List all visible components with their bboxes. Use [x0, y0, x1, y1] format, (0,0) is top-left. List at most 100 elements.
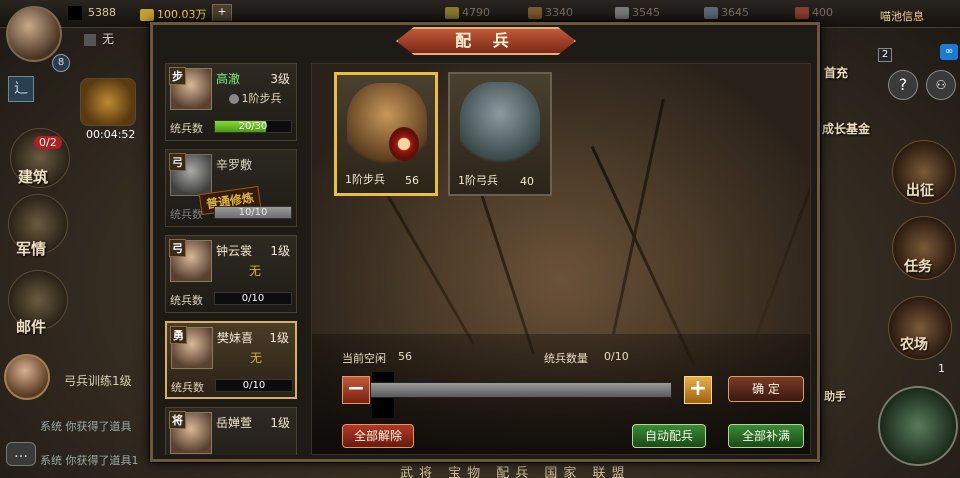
bg-spear: [590, 145, 695, 365]
chest-timer: 00:04:52: [86, 128, 136, 141]
increase-button[interactable]: +: [684, 376, 712, 404]
chat-message-1: 系统 你获得了道具: [40, 420, 132, 433]
resource-troops: 400: [795, 6, 833, 19]
chat-avatar[interactable]: [4, 354, 50, 400]
general-card[interactable]: 步 高澈 3级 1阶步兵 统兵数 20/30: [165, 63, 297, 141]
troop-assignment-dialog: 配 兵 步 高澈 3级 1阶步兵 统兵数 20/30 弓 辛罗敷 普通修炼 统兵…: [150, 22, 820, 462]
troop-bar: 0/10: [215, 379, 293, 392]
assignment-controls: 当前空闲 56 统兵数量 0/10 − + 确 定 全部解除 自动配兵 全部补满: [312, 334, 810, 454]
troop-config-area: 1阶步兵 56 1阶弓兵 40 当前空闲 56 统兵数量 0/10 − + 确 …: [311, 63, 811, 455]
auto-assign-button[interactable]: 自动配兵: [632, 424, 706, 448]
player-avatar[interactable]: [6, 6, 62, 62]
troop-type-name: 1阶步兵: [345, 173, 385, 186]
infantry-figure: [347, 83, 427, 173]
general-tag: 将: [169, 411, 186, 429]
troop-bar: 0/10: [214, 292, 292, 305]
release-all-button[interactable]: 全部解除: [342, 424, 414, 448]
general-name: 樊妹喜: [217, 331, 254, 345]
friends-icon[interactable]: ⚇: [926, 70, 956, 100]
idle-label: 当前空闲: [342, 352, 386, 365]
troop-label: 统兵数: [171, 381, 204, 394]
build-label: 建筑: [18, 168, 49, 186]
dialog-title: 配 兵: [396, 27, 576, 55]
chat-title: 弓兵训练1级: [64, 374, 132, 388]
general-card[interactable]: 弓 辛罗敷 普通修炼 统兵数 10/10: [165, 149, 297, 227]
troop-label: 统兵数: [170, 294, 203, 307]
general-level: 1级: [269, 331, 289, 345]
food-icon: [445, 7, 459, 19]
alliance-icon: [84, 33, 96, 46]
bg-spear: [612, 98, 665, 335]
general-level: 3级: [270, 72, 290, 86]
task-label: 任务: [904, 259, 932, 275]
general-level: 1级: [270, 244, 290, 258]
general-tag: 弓: [169, 153, 186, 171]
resource-coins: 5388: [88, 6, 116, 19]
troop-type-card[interactable]: 1阶弓兵 40: [448, 72, 552, 196]
first-charge-label[interactable]: 首充: [824, 64, 848, 81]
troop-label: 统兵数: [170, 208, 203, 221]
build-badge: 0/2: [34, 136, 62, 149]
chat-icon[interactable]: …: [6, 442, 36, 466]
military-label: 军情: [16, 240, 47, 258]
general-tag: 步: [169, 67, 186, 85]
general-name: 辛罗敷: [216, 158, 253, 172]
redacted-box: [68, 6, 82, 20]
rank-badge: 2: [878, 48, 892, 62]
player-level-badge: 8: [52, 54, 70, 72]
player-alliance: 无: [84, 30, 114, 47]
bg-spear: [752, 117, 810, 345]
general-card[interactable]: 弓 钟云裳 1级 无 统兵数 0/10: [165, 235, 297, 313]
resource-gold[interactable]: 100.03万: [140, 6, 207, 22]
resource-food: 4790: [445, 6, 490, 19]
add-gold-button[interactable]: +: [212, 4, 232, 22]
archer-figure: [460, 82, 540, 172]
troop-bar: 20/30: [214, 120, 292, 133]
general-list[interactable]: 步 高澈 3级 1阶步兵 统兵数 20/30 弓 辛罗敷 普通修炼 统兵数 10…: [161, 63, 303, 455]
shield-icon: [389, 127, 419, 161]
assistant-label[interactable]: 助手: [824, 388, 846, 404]
general-card[interactable]: 将 岳婵萱 1级: [165, 407, 297, 455]
troop-icon: [228, 94, 239, 104]
farm-label: 农场: [900, 337, 928, 353]
troop-type-card-selected[interactable]: 1阶步兵 56: [334, 72, 438, 196]
bottom-nav-tabs[interactable]: 武将 宝物 配兵 国家 联盟: [400, 462, 850, 478]
wood-icon: [528, 7, 542, 19]
growth-fund-label[interactable]: 成长基金: [822, 120, 870, 137]
troop-slider[interactable]: [370, 382, 672, 398]
help-button[interactable]: ?: [888, 70, 918, 100]
mail-label: 邮件: [16, 318, 47, 336]
resource-stone: 3545: [615, 6, 660, 19]
general-name: 高澈: [216, 72, 241, 86]
minimap[interactable]: [878, 386, 958, 466]
troop-bar: 10/10: [214, 206, 292, 219]
fill-all-button[interactable]: 全部补满: [728, 424, 804, 448]
cloud-icon[interactable]: ∞: [940, 44, 958, 60]
chat-message-2: 系统 你获得了道具1: [40, 454, 139, 467]
back-icon[interactable]: 辶: [8, 76, 34, 102]
troop-type-count: 56: [405, 174, 419, 187]
troops-icon: [795, 7, 809, 19]
iron-icon: [704, 7, 718, 19]
stone-icon: [615, 7, 629, 19]
general-name: 岳婵萱: [216, 416, 253, 430]
general-tag: 勇: [170, 326, 187, 344]
general-troop-type: 无: [249, 351, 262, 365]
general-troop-type: 无: [248, 264, 261, 278]
expedition-label: 出征: [906, 183, 934, 199]
resource-wood: 3340: [528, 6, 573, 19]
treasure-chest-icon[interactable]: [80, 78, 136, 126]
general-tag: 弓: [169, 239, 186, 257]
troop-type-count: 40: [520, 175, 534, 188]
decrease-button[interactable]: −: [342, 376, 370, 404]
side-counter: 1: [938, 362, 945, 375]
resource-iron: 3645: [704, 6, 749, 19]
confirm-button[interactable]: 确 定: [728, 376, 804, 402]
general-card-selected[interactable]: 勇 樊妹喜 1级 无 统兵数 0/10: [165, 321, 297, 399]
idle-value: 56: [398, 350, 412, 363]
command-value: 0/10: [604, 350, 629, 363]
general-troop-type: 1阶步兵: [218, 90, 292, 108]
command-label: 统兵数量: [544, 352, 588, 365]
event-label[interactable]: 喵池信息: [880, 8, 924, 24]
troop-type-name: 1阶弓兵: [458, 174, 498, 187]
